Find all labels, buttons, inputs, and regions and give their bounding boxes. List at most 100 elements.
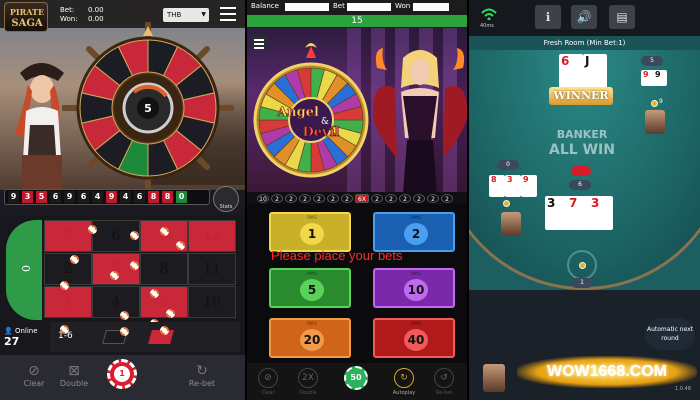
currency-select[interactable]: THB ▼ — [163, 8, 209, 22]
bill-number: 1 — [300, 223, 324, 245]
roulette-panel: PIRATE SAGA Bet: 0.00 Won: 0.00 THB ▼ 5 … — [0, 0, 245, 400]
history-number: 9 — [106, 191, 117, 203]
won-value — [413, 3, 449, 11]
bet-value — [347, 3, 391, 11]
bet-bill-1[interactable]: PAYS 1 — [269, 212, 351, 252]
angel-devil-panel: Balance Bet Won 15 Angel & Devil 10 2 2 … — [247, 0, 467, 400]
title-angel: Angel — [276, 105, 319, 120]
number-cell[interactable]: 10 — [188, 286, 236, 318]
placed-chip — [130, 261, 139, 270]
coin-icon — [503, 200, 510, 207]
baccarat-header: 40ms ℹ 🔊 ▤ — [469, 0, 700, 36]
placed-chip — [110, 271, 119, 280]
double-button[interactable]: ⊠ Double — [44, 355, 104, 400]
history-number: 5 — [36, 191, 47, 203]
bet-spot[interactable] — [567, 250, 597, 280]
autoplay-button[interactable]: ↻ Autoplay — [385, 363, 423, 400]
placed-chip — [120, 311, 129, 320]
result-stats-bar: 10 2 2 2 2 2 2 6X 2 2 2 2 2 2 — [247, 192, 467, 204]
number-cell[interactable]: 11 — [188, 253, 236, 285]
version-label: 1.0.48 — [675, 386, 691, 392]
stat-result: 2 — [299, 193, 311, 203]
number-cell[interactable]: 4 — [92, 286, 140, 318]
stat-result: 2 — [285, 193, 297, 203]
chip-selector[interactable]: 50 — [344, 366, 368, 390]
history-number: 6 — [50, 191, 61, 203]
clear-button[interactable]: ⊘ Clear — [249, 363, 287, 400]
autoplay-icon: ↻ — [394, 368, 414, 388]
rebet-button[interactable]: ↻ Re-bet — [172, 355, 232, 400]
stat-result: 2 — [399, 193, 411, 203]
rebet-icon: ↺ — [434, 368, 454, 388]
stat-result: 2 — [385, 193, 397, 203]
menu-icon[interactable] — [220, 7, 236, 21]
bill-number: 2 — [404, 223, 428, 245]
place-bets-message: Please place your bets — [271, 248, 403, 263]
card-back — [571, 166, 591, 176]
bet-bill-40[interactable]: PAYS 40 — [373, 318, 455, 358]
roulette-wheel: 5 — [62, 22, 234, 194]
zero-cell[interactable]: 0 — [6, 220, 42, 320]
bet-label: Bet — [333, 2, 345, 10]
player-avatar — [501, 212, 521, 236]
ping-readout: 40ms — [480, 23, 494, 29]
sound-icon[interactable]: 🔊 — [571, 5, 597, 29]
money-wheel: Angel & Devil — [253, 43, 369, 178]
placed-chip — [150, 289, 159, 298]
stat-result: 2 — [427, 193, 439, 203]
history-number: 8 — [162, 191, 173, 203]
user-avatar[interactable] — [483, 364, 505, 392]
bill-number: 5 — [300, 279, 324, 301]
bet-bill-2[interactable]: PAYS 2 — [373, 212, 455, 252]
mini-card: 9 — [653, 70, 667, 86]
number-cell[interactable]: 7 — [140, 286, 188, 318]
user-icon: 👤 — [4, 327, 13, 335]
banker-score: 5 — [641, 56, 663, 66]
stat-result: 2 — [441, 193, 453, 203]
stat-result: 2 — [313, 193, 325, 203]
number-cell[interactable]: 1 — [44, 286, 92, 318]
banker-card: J — [583, 54, 607, 88]
wheel-result: 5 — [144, 102, 152, 115]
rebet-button[interactable]: ↺ Re-bet — [425, 363, 463, 400]
title-devil: Devil — [303, 125, 340, 140]
room-title: Fresh Room (Min Bet:1) — [469, 36, 700, 50]
info-icon[interactable]: ℹ — [535, 5, 561, 29]
number-cell[interactable]: 2 — [44, 253, 92, 285]
number-cell[interactable]: 8 — [140, 253, 188, 285]
history-number: 9 — [64, 191, 75, 203]
balance-value — [285, 3, 329, 11]
pays-label: PAYS — [411, 271, 421, 276]
online-counter: 👤 Online 27 — [4, 327, 38, 348]
result-history: 9356964946880 — [4, 189, 210, 205]
player-card: 8 — [489, 175, 505, 197]
winner-badge: WINNER — [549, 87, 613, 105]
chip-selector[interactable]: 1 — [107, 359, 137, 389]
history-number: 8 — [148, 191, 159, 203]
placed-chip — [160, 227, 169, 236]
number-cell[interactable]: 12 — [188, 220, 236, 252]
placed-chip — [120, 327, 129, 336]
chevron-down-icon: ▼ — [201, 11, 206, 18]
history-icon[interactable]: ▤ — [609, 5, 635, 29]
host-character — [373, 48, 467, 194]
double-button[interactable]: 2X Double — [289, 363, 327, 400]
banker-watermark: BANKER — [556, 128, 608, 141]
stats-label: Stats — [219, 204, 233, 210]
bet-bill-5[interactable]: PAYS 5 — [269, 268, 351, 308]
number-cell[interactable]: 3 — [44, 220, 92, 252]
history-number: 6 — [134, 191, 145, 203]
main-card: 3 — [545, 196, 569, 230]
bill-number: 10 — [404, 279, 428, 301]
placed-chip — [88, 225, 97, 234]
bet-bill-20[interactable]: PAYS 20 — [269, 318, 351, 358]
history-number: 0 — [176, 191, 187, 203]
pays-label: PAYS — [307, 271, 317, 276]
placed-chip — [130, 231, 139, 240]
bet-readout: Bet: 0.00 — [60, 6, 104, 14]
history-number: 4 — [92, 191, 103, 203]
pays-label: PAYS — [307, 321, 317, 326]
double-icon: ⊠ — [68, 363, 80, 379]
auto-next-button[interactable]: Automatic next round — [645, 318, 695, 350]
bet-bill-10[interactable]: PAYS 10 — [373, 268, 455, 308]
